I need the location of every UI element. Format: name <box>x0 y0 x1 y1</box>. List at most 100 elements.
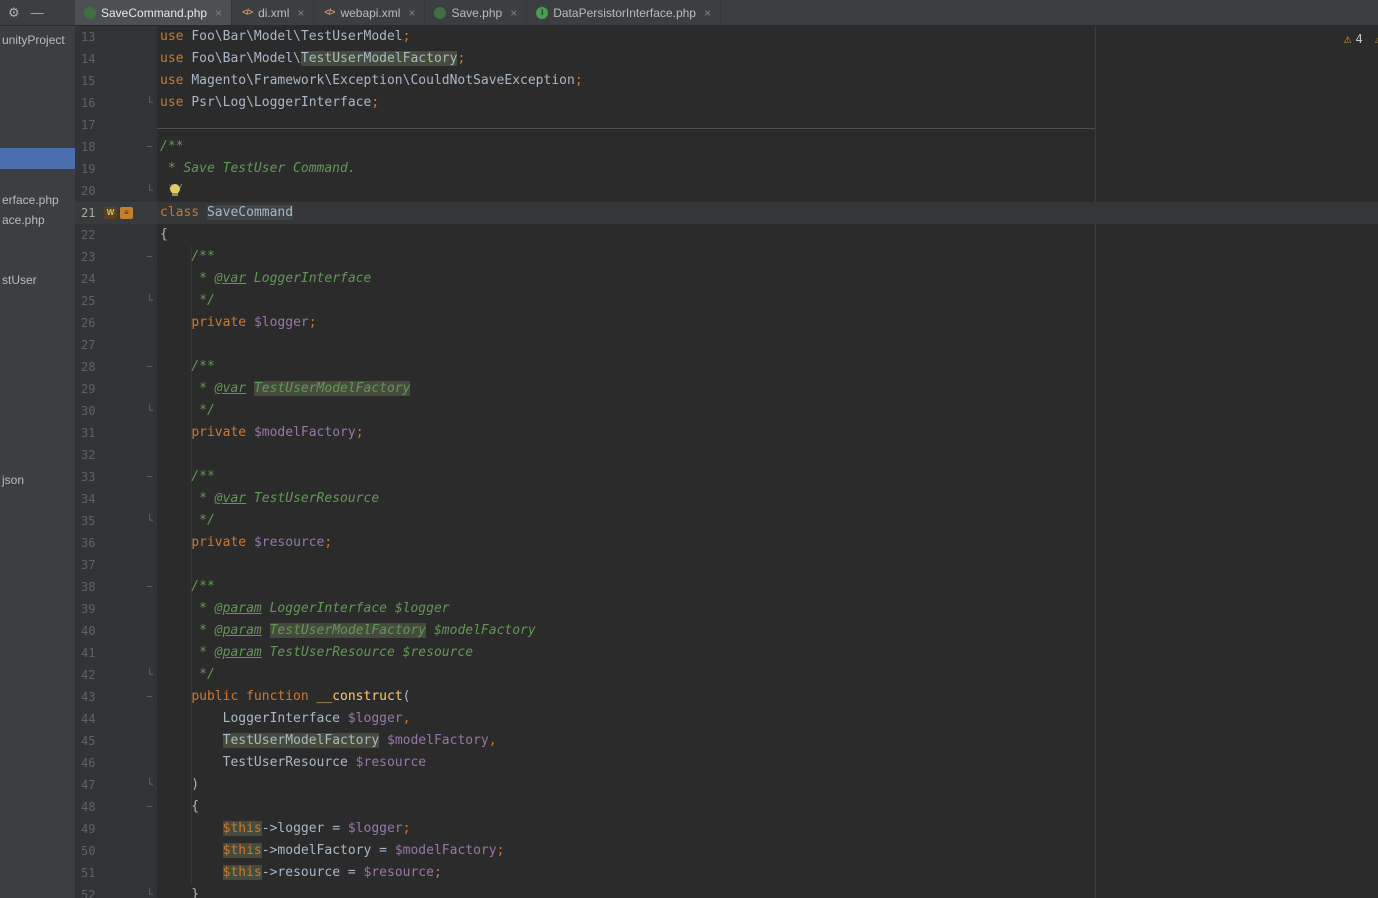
fold-start-icon[interactable]: − <box>142 576 157 598</box>
code-text <box>157 334 160 356</box>
tab-webapi.xml[interactable]: </>webapi.xml× <box>314 0 425 25</box>
fold-end-icon[interactable]: └ <box>142 290 157 312</box>
code-line[interactable]: 47└ ) <box>75 774 1378 796</box>
line-gutter: 27 <box>75 334 157 356</box>
tab-label: webapi.xml <box>340 6 400 20</box>
fold-end-icon[interactable]: └ <box>142 510 157 532</box>
code-line[interactable]: 18−/** <box>75 136 1378 158</box>
code-line[interactable]: 29 * @var TestUserModelFactory <box>75 378 1378 400</box>
tab-Save.php[interactable]: Save.php× <box>425 0 527 25</box>
code-line[interactable]: 23− /** <box>75 246 1378 268</box>
fold-end-icon[interactable]: └ <box>142 400 157 422</box>
line-gutter: 47└ <box>75 774 157 796</box>
code-line[interactable]: 21W≡class SaveCommand <box>75 202 1378 224</box>
code-line[interactable]: 41 * @param TestUserResource $resource <box>75 642 1378 664</box>
code-line[interactable]: 51 $this->resource = $resource; <box>75 862 1378 884</box>
code-line[interactable]: 49 $this->logger = $logger; <box>75 818 1378 840</box>
code-line[interactable]: 13use Foo\Bar\Model\TestUserModel; <box>75 26 1378 48</box>
close-icon[interactable]: × <box>408 6 415 20</box>
code-line[interactable]: 30└ */ <box>75 400 1378 422</box>
code-line[interactable]: 39 * @param LoggerInterface $logger <box>75 598 1378 620</box>
fold-end-icon[interactable]: └ <box>142 884 157 898</box>
code-text: $this->logger = $logger; <box>157 818 410 840</box>
plugin-marker-icon[interactable]: ≡ <box>120 207 133 219</box>
code-line[interactable]: 33− /** <box>75 466 1378 488</box>
code-text: $this->modelFactory = $modelFactory; <box>157 840 504 862</box>
code-text: LoggerInterface $logger, <box>157 708 410 730</box>
code-line[interactable]: 19 * Save TestUser Command. <box>75 158 1378 180</box>
code-line[interactable]: 34 * @var TestUserResource <box>75 488 1378 510</box>
code-line[interactable]: 46 TestUserResource $resource <box>75 752 1378 774</box>
project-panel[interactable]: unityProject erface.phpace.php stUser json <box>0 26 75 898</box>
close-icon[interactable]: × <box>215 6 222 20</box>
code-lines: 13use Foo\Bar\Model\TestUserModel;14use … <box>75 26 1378 898</box>
close-icon[interactable]: × <box>704 6 711 20</box>
minimize-icon[interactable]: — <box>31 6 44 19</box>
line-number: 41 <box>75 642 103 664</box>
tab-SaveCommand.php[interactable]: SaveCommand.php× <box>75 0 232 25</box>
close-icon[interactable]: × <box>297 6 304 20</box>
tab-di.xml[interactable]: </>di.xml× <box>232 0 314 25</box>
tab-DataPersistorInterface.php[interactable]: IDataPersistorInterface.php× <box>527 0 721 25</box>
fold-start-icon[interactable]: − <box>142 466 157 488</box>
code-line[interactable]: 50 $this->modelFactory = $modelFactory; <box>75 840 1378 862</box>
fold-start-icon[interactable]: − <box>142 136 157 158</box>
code-line[interactable]: 20└ */ <box>75 180 1378 202</box>
code-line[interactable]: 28− /** <box>75 356 1378 378</box>
code-line[interactable]: 16└use Psr\Log\LoggerInterface; <box>75 92 1378 114</box>
gutter-marks <box>103 224 142 246</box>
fold-gap <box>142 532 157 554</box>
line-number: 33 <box>75 466 103 488</box>
project-item[interactable]: erface.php <box>0 190 75 211</box>
code-line[interactable]: 48− { <box>75 796 1378 818</box>
gear-icon[interactable]: ⚙ <box>8 6 20 19</box>
fold-end-icon[interactable]: └ <box>142 92 157 114</box>
code-line[interactable]: 38− /** <box>75 576 1378 598</box>
code-line[interactable]: 44 LoggerInterface $logger, <box>75 708 1378 730</box>
project-item[interactable]: unityProject <box>0 30 75 51</box>
line-number: 19 <box>75 158 103 180</box>
inspection-widget[interactable]: ⚠ 4 ⚠ <box>1344 32 1378 46</box>
fold-end-icon[interactable]: └ <box>142 180 157 202</box>
line-number: 52 <box>75 884 103 898</box>
code-line[interactable]: 22{ <box>75 224 1378 246</box>
code-line[interactable]: 25└ */ <box>75 290 1378 312</box>
line-gutter: 31 <box>75 422 157 444</box>
line-number: 42 <box>75 664 103 686</box>
code-line[interactable]: 31 private $modelFactory; <box>75 422 1378 444</box>
code-line[interactable]: 27 <box>75 334 1378 356</box>
fold-start-icon[interactable]: − <box>142 356 157 378</box>
code-text: * @param TestUserModelFactory $modelFact… <box>157 620 536 642</box>
code-editor[interactable]: 13use Foo\Bar\Model\TestUserModel;14use … <box>75 26 1378 898</box>
project-item[interactable]: stUser <box>0 270 75 291</box>
override-marker-icon[interactable]: W <box>104 207 117 219</box>
project-item[interactable]: ace.php <box>0 210 75 231</box>
project-item-selected[interactable] <box>0 148 75 169</box>
intention-bulb-icon[interactable] <box>170 184 180 194</box>
code-line[interactable]: 42└ */ <box>75 664 1378 686</box>
warning-icon: ⚠ <box>1344 33 1352 46</box>
project-item[interactable]: json <box>0 470 75 491</box>
code-line[interactable]: 15use Magento\Framework\Exception\CouldN… <box>75 70 1378 92</box>
code-line[interactable]: 36 private $resource; <box>75 532 1378 554</box>
code-line[interactable]: 32 <box>75 444 1378 466</box>
code-line[interactable]: 40 * @param TestUserModelFactory $modelF… <box>75 620 1378 642</box>
code-text: */ <box>157 510 215 532</box>
code-line[interactable]: 35└ */ <box>75 510 1378 532</box>
tab-label: di.xml <box>258 6 289 20</box>
code-line[interactable]: 17 <box>75 114 1378 136</box>
code-line[interactable]: 26 private $logger; <box>75 312 1378 334</box>
code-line[interactable]: 43− public function __construct( <box>75 686 1378 708</box>
fold-end-icon[interactable]: └ <box>142 774 157 796</box>
code-line[interactable]: 24 * @var LoggerInterface <box>75 268 1378 290</box>
code-line[interactable]: 45 TestUserModelFactory $modelFactory, <box>75 730 1378 752</box>
code-line[interactable]: 52└ } <box>75 884 1378 898</box>
close-icon[interactable]: × <box>510 6 517 20</box>
code-line[interactable]: 14use Foo\Bar\Model\TestUserModelFactory… <box>75 48 1378 70</box>
fold-start-icon[interactable]: − <box>142 686 157 708</box>
fold-start-icon[interactable]: − <box>142 246 157 268</box>
fold-start-icon[interactable]: − <box>142 796 157 818</box>
line-gutter: 42 └ <box>75 664 157 686</box>
fold-end-icon[interactable]: └ <box>142 664 157 686</box>
code-line[interactable]: 37 <box>75 554 1378 576</box>
